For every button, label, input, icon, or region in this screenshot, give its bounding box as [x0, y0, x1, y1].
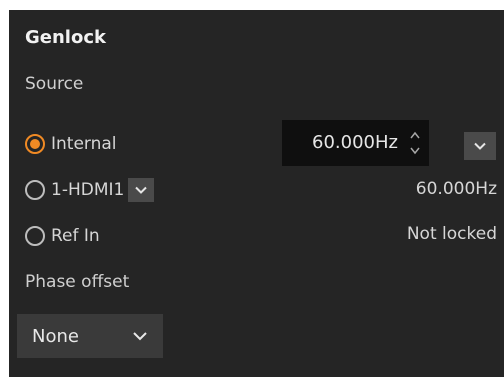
- ref-in-status-text: Not locked: [406, 224, 497, 244]
- radio-hdmi[interactable]: 1-HDMI1: [25, 177, 155, 203]
- frequency-value[interactable]: 60.000Hz: [312, 132, 398, 153]
- hdmi-source-dropdown[interactable]: [128, 178, 155, 202]
- radio-ref-in[interactable]: Ref In: [25, 223, 100, 249]
- radio-label-hdmi[interactable]: 1-HDMI1: [51, 180, 124, 200]
- source-label: Source: [25, 74, 84, 94]
- chevron-down-icon: [474, 142, 486, 150]
- radio-indicator-ref-in[interactable]: [25, 226, 45, 246]
- frequency-dropdown-button[interactable]: [464, 132, 496, 160]
- genlock-panel: Genlock Source Internal 60.000Hz 1-HDMI1…: [9, 10, 504, 377]
- radio-indicator-hdmi[interactable]: [25, 180, 45, 200]
- frequency-input[interactable]: 60.000Hz: [282, 120, 429, 166]
- up-down-arrows-icon[interactable]: [407, 128, 423, 158]
- radio-indicator-internal[interactable]: [25, 134, 45, 154]
- radio-label-ref-in[interactable]: Ref In: [51, 226, 100, 246]
- radio-internal[interactable]: Internal: [25, 131, 117, 157]
- hdmi-status-text: 60.000Hz: [415, 179, 497, 199]
- phase-offset-dropdown[interactable]: None: [17, 314, 163, 358]
- chevron-down-icon: [133, 332, 147, 341]
- phase-offset-label: Phase offset: [25, 272, 130, 292]
- panel-title: Genlock: [25, 27, 106, 48]
- radio-label-internal[interactable]: Internal: [51, 134, 117, 154]
- phase-offset-value[interactable]: None: [32, 326, 79, 347]
- chevron-down-icon: [135, 186, 148, 194]
